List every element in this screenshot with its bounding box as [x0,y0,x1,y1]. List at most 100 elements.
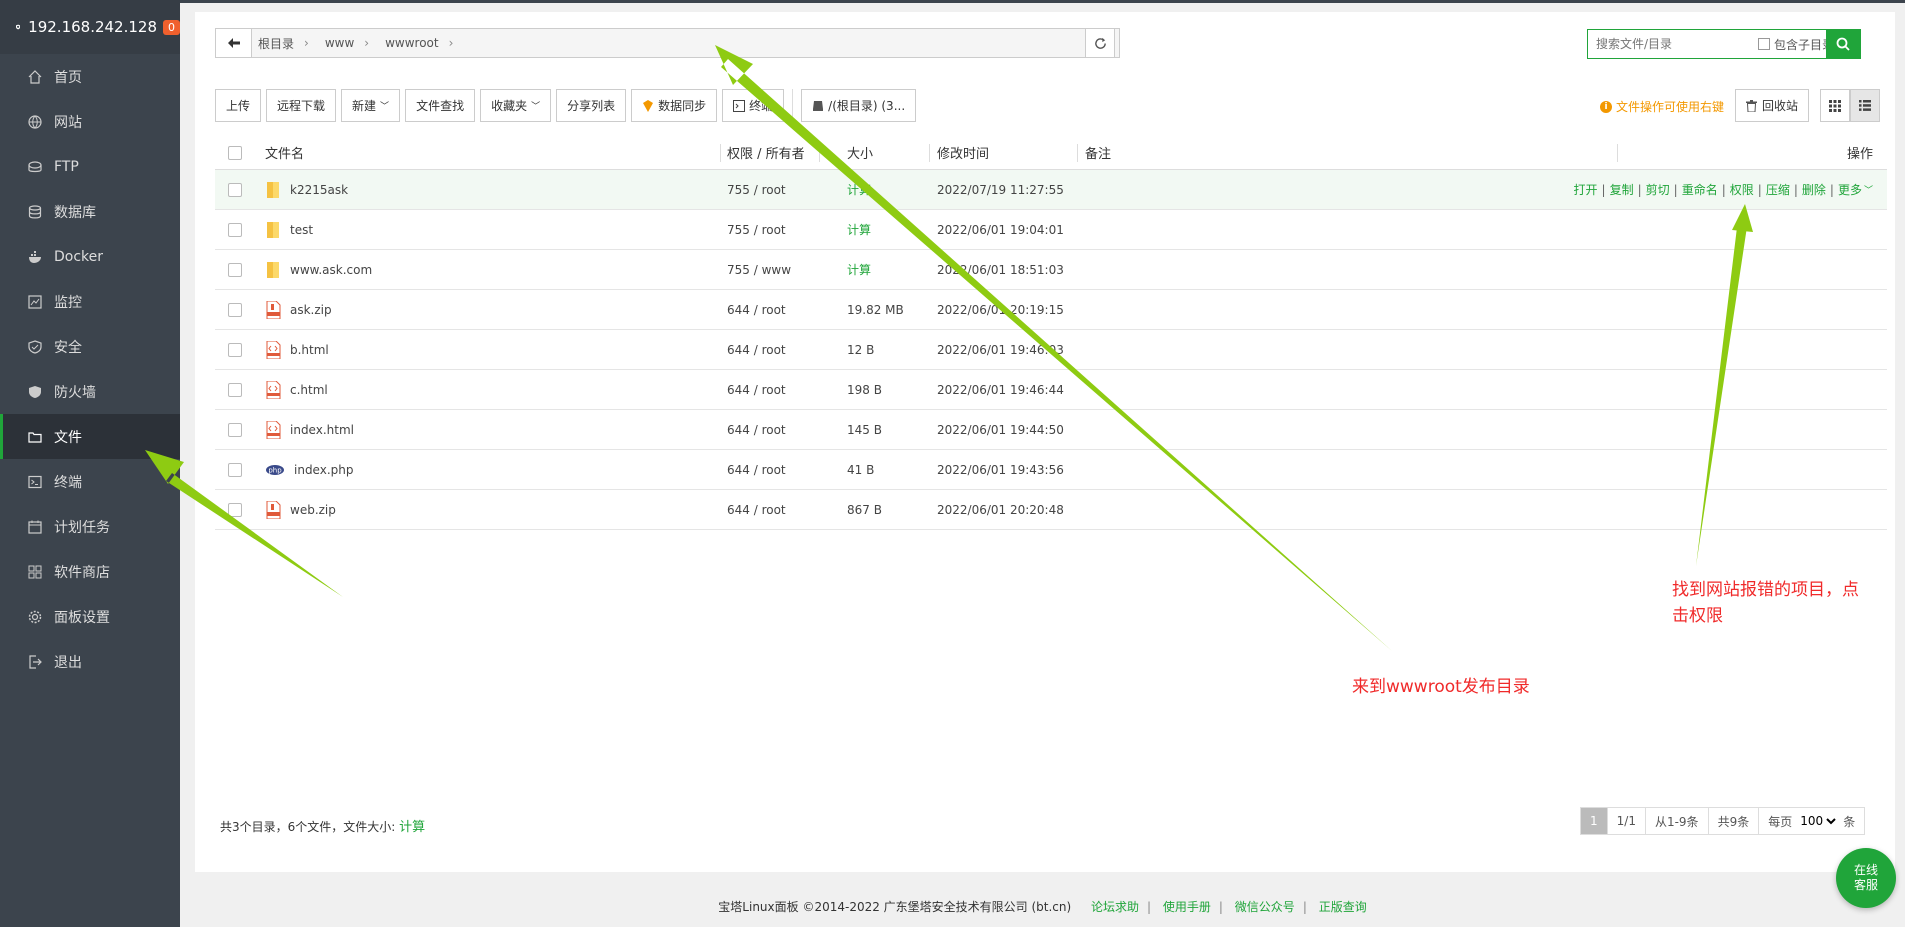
row-checkbox[interactable] [228,462,242,477]
sidebar-item-0[interactable]: 首页 [0,54,180,99]
refresh-button[interactable] [1085,28,1115,58]
grid-view-button[interactable] [1820,89,1850,122]
table-row[interactable]: index.html 644 / root 145 B 2022/06/01 19:4… [215,410,1887,450]
search-input[interactable] [1588,31,1758,57]
row-checkbox[interactable] [228,422,242,437]
row-checkbox[interactable] [228,302,242,317]
sidebar-item-1[interactable]: 网站 [0,99,180,144]
sidebar-item-11[interactable]: 软件商店 [0,549,180,594]
breadcrumb-item[interactable]: wwwroot › [385,36,463,50]
row-action-4[interactable]: 权限 [1730,181,1754,198]
file-name-cell[interactable]: ask.zip [265,300,332,319]
disk-button[interactable]: /(根目录) (3... [801,89,917,122]
sidebar-item-10[interactable]: 计划任务 [0,504,180,549]
footer-link-wechat[interactable]: 微信公众号 [1235,900,1295,914]
sidebar-item-8[interactable]: 文件 [0,414,180,459]
sidebar-item-5[interactable]: 监控 [0,279,180,324]
sidebar-item-2[interactable]: FTP [0,144,180,189]
size-cell[interactable]: 计算 [847,181,871,198]
search-button[interactable] [1826,30,1860,58]
breadcrumb-item[interactable]: 根目录 › [258,35,319,52]
file-name[interactable]: www.ask.com [290,263,372,277]
perm-cell[interactable]: 755 / root [727,183,786,197]
upload-button[interactable]: 上传 [215,89,262,122]
new-dropdown-button[interactable]: 新建 ﹀ [341,89,401,122]
file-name[interactable]: ask.zip [290,303,332,317]
terminal-button[interactable]: 终端 [722,89,785,122]
sidebar-item-7[interactable]: 防火墙 [0,369,180,414]
table-row[interactable]: b.html 644 / root 12 B 2022/06/01 19:46:03 [215,330,1887,370]
file-name[interactable]: k2215ask [290,183,348,197]
row-action-0[interactable]: 打开 [1574,181,1598,198]
table-row[interactable]: ask.zip 644 / root 19.82 MB 2022/06/01 20:1… [215,290,1887,330]
row-action-2[interactable]: 剪切 [1646,181,1670,198]
file-name[interactable]: c.html [290,383,328,397]
sidebar-item-13[interactable]: 退出 [0,639,180,684]
table-row[interactable]: k2215ask 755 / root 计算 2022/07/19 11:27:55 打… [215,170,1887,210]
file-name[interactable]: index.html [290,423,354,437]
list-view-button[interactable] [1850,89,1880,122]
size-cell[interactable]: 计算 [847,261,871,278]
perm-cell[interactable]: 644 / root [727,343,786,357]
perm-cell[interactable]: 755 / www [727,263,791,277]
sidebar-item-6[interactable]: 安全 [0,324,180,369]
breadcrumb-item[interactable]: www › [325,36,379,50]
perm-cell[interactable]: 644 / root [727,503,786,517]
row-action-3[interactable]: 重命名 [1682,181,1718,198]
online-support-button[interactable]: 在线客服 [1836,848,1896,908]
footer-link-forum[interactable]: 论坛求助 [1091,900,1139,914]
file-name-cell[interactable]: k2215ask [265,181,348,199]
perm-cell[interactable]: 644 / root [727,463,786,477]
sidebar-item-9[interactable]: 终端 [0,459,180,504]
col-header-name[interactable]: 文件名 [265,143,304,162]
include-subdir-checkbox[interactable] [1758,38,1770,50]
row-action-6[interactable]: 删除 [1802,181,1826,198]
footer-link-license[interactable]: 正版查询 [1319,900,1367,914]
sidebar-item-4[interactable]: Docker [0,234,180,279]
col-header-size[interactable]: 大小 [847,143,873,162]
file-search-button[interactable]: 文件查找 [405,89,476,122]
perm-cell[interactable]: 644 / root [727,423,786,437]
row-action-5[interactable]: 压缩 [1766,181,1790,198]
data-sync-button[interactable]: 数据同步 [631,89,718,122]
table-row[interactable]: c.html 644 / root 198 B 2022/06/01 19:46:44 [215,370,1887,410]
select-all-checkbox[interactable] [228,145,242,160]
footer-link-manual[interactable]: 使用手册 [1163,900,1211,914]
row-checkbox[interactable] [228,342,242,357]
file-name[interactable]: index.php [294,463,353,477]
favorites-dropdown-button[interactable]: 收藏夹 ﹀ [480,89,552,122]
perm-cell[interactable]: 755 / root [727,223,786,237]
file-name-cell[interactable]: www.ask.com [265,261,372,279]
row-checkbox[interactable] [228,382,242,397]
file-name[interactable]: web.zip [290,503,336,517]
page-current[interactable]: 1 [1581,808,1608,834]
table-row[interactable]: php index.php 644 / root 41 B 2022/06/01 19:… [215,450,1887,490]
perm-cell[interactable]: 644 / root [727,383,786,397]
row-checkbox[interactable] [228,222,242,237]
per-page-select[interactable]: 100 [1796,813,1840,829]
file-name-cell[interactable]: test [265,221,313,239]
perm-cell[interactable]: 644 / root [727,303,786,317]
file-name-cell[interactable]: b.html [265,340,329,359]
notification-badge[interactable]: 0 [163,19,180,35]
row-checkbox[interactable] [228,182,242,197]
table-row[interactable]: test 755 / root 计算 2022/06/01 19:04:01 [215,210,1887,250]
summary-calc-link[interactable]: 计算 [399,820,425,835]
file-name-cell[interactable]: web.zip [265,500,336,519]
recycle-bin-button[interactable]: 回收站 [1735,89,1810,122]
file-name-cell[interactable]: c.html [265,380,328,399]
sidebar-item-12[interactable]: 面板设置 [0,594,180,639]
share-list-button[interactable]: 分享列表 [556,89,627,122]
size-cell[interactable]: 计算 [847,221,871,238]
path-bar[interactable]: 根目录 › www › wwwroot › [215,28,1120,58]
include-subdir-option[interactable]: 包含子目录 [1758,36,1834,53]
table-row[interactable]: www.ask.com 755 / www 计算 2022/06/01 18:51:0… [215,250,1887,290]
table-row[interactable]: web.zip 644 / root 867 B 2022/06/01 20:20:4… [215,490,1887,530]
file-name[interactable]: b.html [290,343,329,357]
col-header-perm[interactable]: 权限 / 所有者 [727,143,805,162]
sidebar-item-3[interactable]: 数据库 [0,189,180,234]
back-button[interactable] [216,29,252,57]
file-name-cell[interactable]: php index.php [265,461,353,479]
file-name-cell[interactable]: index.html [265,420,354,439]
file-name[interactable]: test [290,223,313,237]
